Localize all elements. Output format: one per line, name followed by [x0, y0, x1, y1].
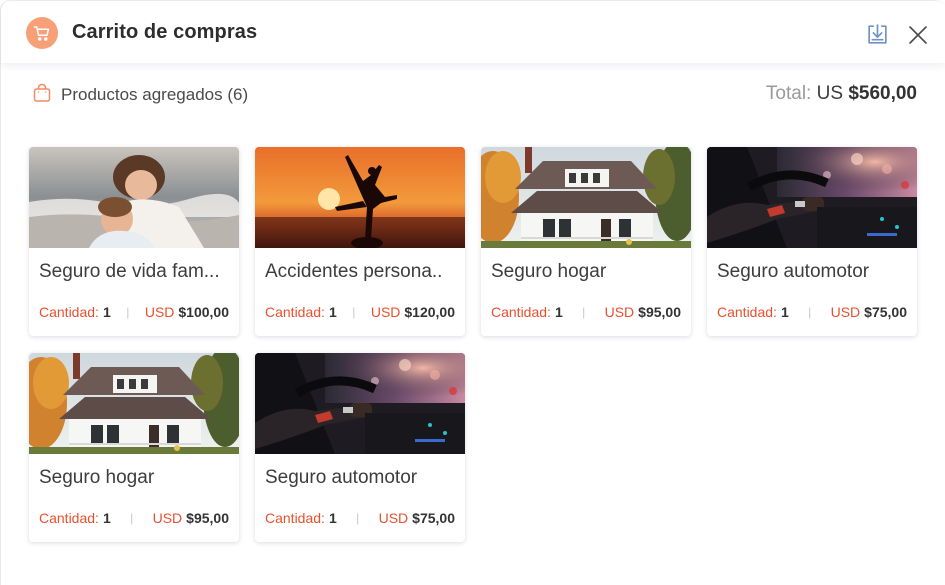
quantity-label: Cantidad:	[39, 510, 99, 526]
products-added-label: Productos agregados (6)	[61, 85, 249, 104]
total-currency: US	[816, 83, 844, 104]
modal-title: Carrito de compras	[72, 21, 258, 43]
product-card[interactable]: Seguro hogar Cantidad: 1 | USD $95,00	[481, 147, 691, 336]
product-name: Seguro automotor	[717, 261, 870, 282]
separator: |	[582, 305, 586, 319]
price-value: $120,00	[404, 304, 455, 320]
product-card[interactable]: Accidentes persona.. Cantidad: 1 | USD $12…	[255, 147, 465, 336]
product-card[interactable]: Seguro hogar Cantidad: 1 | USD $95,00	[29, 353, 239, 542]
separator: |	[808, 305, 812, 319]
product-image-car	[255, 353, 465, 454]
shopping-cart-icon	[33, 26, 50, 41]
quantity-value: 1	[328, 304, 337, 320]
price-value: $75,00	[864, 304, 907, 320]
price-currency: USD	[370, 304, 401, 320]
price-value: $95,00	[638, 304, 681, 320]
price-value: $100,00	[178, 304, 229, 320]
product-name: Seguro hogar	[39, 467, 155, 488]
price-currency: USD	[830, 304, 861, 320]
product-image-car	[707, 147, 917, 248]
quantity-label: Cantidad:	[717, 304, 777, 320]
quantity-value: 1	[102, 510, 111, 526]
product-name: Seguro de vida fam...	[39, 261, 220, 282]
separator: |	[356, 511, 360, 525]
product-image-family	[29, 147, 239, 248]
price-value: $95,00	[186, 510, 229, 526]
product-card[interactable]: Seguro automotor Cantidad: 1 | USD $75,00	[255, 353, 465, 542]
product-image-house	[29, 353, 239, 454]
product-meta: Cantidad: 1 | USD $75,00	[265, 510, 455, 526]
price-currency: USD	[378, 510, 409, 526]
close-icon	[909, 26, 927, 44]
quantity-value: 1	[328, 510, 337, 526]
separator: |	[130, 511, 134, 525]
product-card[interactable]: Seguro de vida fam... Cantidad: 1 | USD $1…	[29, 147, 239, 336]
cart-total: Total: US $560,00	[766, 83, 917, 105]
product-image-house	[481, 147, 691, 248]
product-meta: Cantidad: 1 | USD $75,00	[717, 304, 907, 320]
price-currency: USD	[144, 304, 175, 320]
total-value: $560,00	[848, 83, 917, 104]
price-value: $75,00	[412, 510, 455, 526]
download-icon	[868, 24, 887, 44]
product-name: Accidentes persona..	[265, 261, 443, 282]
product-card[interactable]: Seguro automotor Cantidad: 1 | USD $75,00	[707, 147, 917, 336]
quantity-label: Cantidad:	[265, 510, 325, 526]
product-image-sunset	[255, 147, 465, 248]
quantity-label: Cantidad:	[265, 304, 325, 320]
price-currency: USD	[152, 510, 183, 526]
separator: |	[126, 305, 130, 319]
price-currency: USD	[604, 304, 635, 320]
separator: |	[352, 305, 356, 319]
shopping-bag-icon	[33, 83, 51, 102]
product-meta: Cantidad: 1 | USD $95,00	[39, 510, 229, 526]
modal-header: Carrito de compras	[1, 1, 945, 63]
quantity-label: Cantidad:	[491, 304, 551, 320]
cart-badge	[26, 17, 58, 49]
quantity-value: 1	[102, 304, 111, 320]
download-button[interactable]	[865, 22, 890, 47]
product-meta: Cantidad: 1 | USD $100,00	[39, 304, 229, 320]
product-meta: Cantidad: 1 | USD $120,00	[265, 304, 455, 320]
quantity-value: 1	[554, 304, 563, 320]
quantity-value: 1	[780, 304, 789, 320]
product-meta: Cantidad: 1 | USD $95,00	[491, 304, 681, 320]
product-name: Seguro hogar	[491, 261, 607, 282]
total-label: Total:	[765, 83, 812, 104]
product-name: Seguro automotor	[265, 467, 418, 488]
shopping-cart-modal: Carrito de compras Productos agregados (…	[0, 0, 945, 585]
quantity-label: Cantidad:	[39, 304, 99, 320]
close-button[interactable]	[906, 23, 930, 47]
